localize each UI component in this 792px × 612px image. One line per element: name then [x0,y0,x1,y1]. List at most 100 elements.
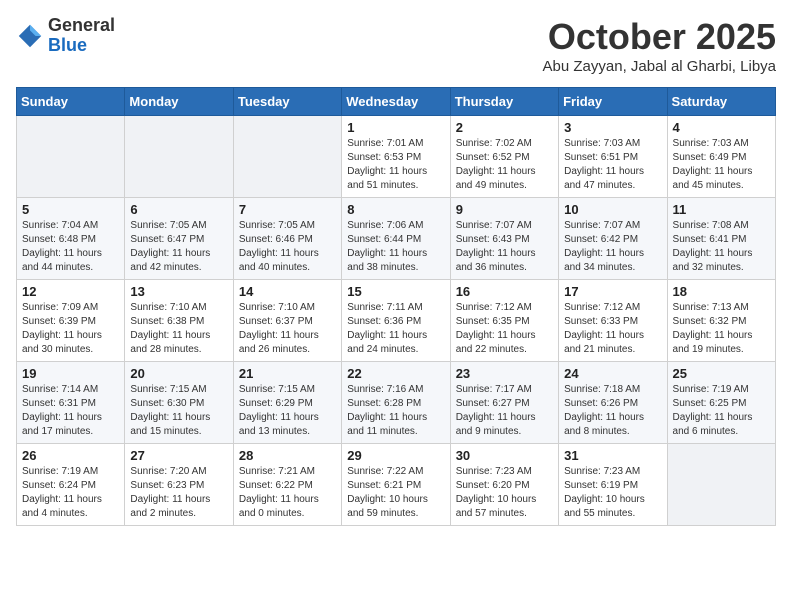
calendar-day-cell: 26 Sunrise: 7:19 AM Sunset: 6:24 PM Dayli… [17,444,125,526]
weekday-header-saturday: Saturday [667,88,775,116]
day-number: 7 [239,202,336,217]
calendar-empty-cell [17,116,125,198]
day-info: Sunrise: 7:05 AM Sunset: 6:46 PM Dayligh… [239,219,336,275]
day-info: Sunrise: 7:20 AM Sunset: 6:23 PM Dayligh… [130,465,227,521]
logo-blue-text: Blue [48,36,115,56]
day-info: Sunrise: 7:23 AM Sunset: 6:19 PM Dayligh… [564,465,661,521]
calendar-day-cell: 10 Sunrise: 7:07 AM Sunset: 6:42 PM Dayli… [559,198,667,280]
calendar-day-cell: 1 Sunrise: 7:01 AM Sunset: 6:53 PM Daylig… [342,116,450,198]
day-info: Sunrise: 7:03 AM Sunset: 6:51 PM Dayligh… [564,137,661,193]
day-number: 26 [22,448,119,463]
calendar-day-cell: 31Sunrise: 7:23 AM Sunset: 6:19 PM Dayli… [559,444,667,526]
location-title: Abu Zayyan, Jabal al Gharbi, Libya [543,58,776,75]
logo-icon [16,22,44,50]
day-info: Sunrise: 7:19 AM Sunset: 6:25 PM Dayligh… [673,383,770,439]
calendar-day-cell: 29 Sunrise: 7:22 AM Sunset: 6:21 PM Dayli… [342,444,450,526]
day-number: 22 [347,366,444,381]
day-number: 30 [456,448,553,463]
calendar-week-row: 19 Sunrise: 7:14 AM Sunset: 6:31 PM Dayli… [17,362,776,444]
day-number: 17 [564,284,661,299]
day-info: Sunrise: 7:12 AM Sunset: 6:33 PM Dayligh… [564,301,661,357]
day-info: Sunrise: 7:21 AM Sunset: 6:22 PM Dayligh… [239,465,336,521]
day-number: 16 [456,284,553,299]
calendar-day-cell: 25 Sunrise: 7:19 AM Sunset: 6:25 PM Dayli… [667,362,775,444]
calendar-day-cell: 23 Sunrise: 7:17 AM Sunset: 6:27 PM Dayli… [450,362,558,444]
day-number: 4 [673,120,770,135]
day-number: 11 [673,202,770,217]
page-header: General Blue October 2025 Abu Zayyan, Ja… [16,16,776,75]
day-info: Sunrise: 7:23 AM Sunset: 6:20 PM Dayligh… [456,465,553,521]
day-info: Sunrise: 7:07 AM Sunset: 6:43 PM Dayligh… [456,219,553,275]
day-number: 19 [22,366,119,381]
day-number: 5 [22,202,119,217]
calendar-day-cell: 3 Sunrise: 7:03 AM Sunset: 6:51 PM Daylig… [559,116,667,198]
day-number: 13 [130,284,227,299]
calendar-day-cell: 19 Sunrise: 7:14 AM Sunset: 6:31 PM Dayli… [17,362,125,444]
calendar-day-cell: 11 Sunrise: 7:08 AM Sunset: 6:41 PM Dayli… [667,198,775,280]
calendar-day-cell: 14 Sunrise: 7:10 AM Sunset: 6:37 PM Dayli… [233,280,341,362]
calendar-empty-cell [667,444,775,526]
logo-general-text: General [48,16,115,36]
calendar-week-row: 12 Sunrise: 7:09 AM Sunset: 6:39 PM Dayli… [17,280,776,362]
calendar-table: SundayMondayTuesdayWednesdayThursdayFrid… [16,87,776,526]
weekday-header-thursday: Thursday [450,88,558,116]
day-info: Sunrise: 7:11 AM Sunset: 6:36 PM Dayligh… [347,301,444,357]
calendar-day-cell: 4 Sunrise: 7:03 AM Sunset: 6:49 PM Daylig… [667,116,775,198]
calendar-day-cell: 9 Sunrise: 7:07 AM Sunset: 6:43 PM Daylig… [450,198,558,280]
calendar-week-row: 26 Sunrise: 7:19 AM Sunset: 6:24 PM Dayli… [17,444,776,526]
calendar-week-row: 5 Sunrise: 7:04 AM Sunset: 6:48 PM Daylig… [17,198,776,280]
calendar-day-cell: 5 Sunrise: 7:04 AM Sunset: 6:48 PM Daylig… [17,198,125,280]
calendar-day-cell: 21Sunrise: 7:15 AM Sunset: 6:29 PM Dayli… [233,362,341,444]
month-title: October 2025 [543,16,776,58]
day-number: 14 [239,284,336,299]
day-info: Sunrise: 7:10 AM Sunset: 6:38 PM Dayligh… [130,301,227,357]
day-info: Sunrise: 7:15 AM Sunset: 6:29 PM Dayligh… [239,383,336,439]
day-number: 12 [22,284,119,299]
day-info: Sunrise: 7:14 AM Sunset: 6:31 PM Dayligh… [22,383,119,439]
calendar-day-cell: 20Sunrise: 7:15 AM Sunset: 6:30 PM Dayli… [125,362,233,444]
weekday-header-monday: Monday [125,88,233,116]
day-info: Sunrise: 7:01 AM Sunset: 6:53 PM Dayligh… [347,137,444,193]
day-number: 20 [130,366,227,381]
day-number: 3 [564,120,661,135]
day-info: Sunrise: 7:02 AM Sunset: 6:52 PM Dayligh… [456,137,553,193]
day-info: Sunrise: 7:16 AM Sunset: 6:28 PM Dayligh… [347,383,444,439]
day-number: 10 [564,202,661,217]
day-number: 15 [347,284,444,299]
day-info: Sunrise: 7:17 AM Sunset: 6:27 PM Dayligh… [456,383,553,439]
weekday-header-wednesday: Wednesday [342,88,450,116]
day-number: 28 [239,448,336,463]
day-number: 18 [673,284,770,299]
day-number: 2 [456,120,553,135]
calendar-day-cell: 2 Sunrise: 7:02 AM Sunset: 6:52 PM Daylig… [450,116,558,198]
calendar-day-cell: 13 Sunrise: 7:10 AM Sunset: 6:38 PM Dayli… [125,280,233,362]
day-info: Sunrise: 7:05 AM Sunset: 6:47 PM Dayligh… [130,219,227,275]
day-info: Sunrise: 7:19 AM Sunset: 6:24 PM Dayligh… [22,465,119,521]
day-info: Sunrise: 7:18 AM Sunset: 6:26 PM Dayligh… [564,383,661,439]
calendar-day-cell: 24Sunrise: 7:18 AM Sunset: 6:26 PM Dayli… [559,362,667,444]
weekday-header-friday: Friday [559,88,667,116]
day-number: 23 [456,366,553,381]
day-number: 1 [347,120,444,135]
day-number: 29 [347,448,444,463]
day-info: Sunrise: 7:07 AM Sunset: 6:42 PM Dayligh… [564,219,661,275]
day-number: 8 [347,202,444,217]
calendar-day-cell: 15 Sunrise: 7:11 AM Sunset: 6:36 PM Dayli… [342,280,450,362]
day-number: 25 [673,366,770,381]
day-number: 6 [130,202,227,217]
day-info: Sunrise: 7:12 AM Sunset: 6:35 PM Dayligh… [456,301,553,357]
logo: General Blue [16,16,115,56]
day-number: 9 [456,202,553,217]
day-info: Sunrise: 7:04 AM Sunset: 6:48 PM Dayligh… [22,219,119,275]
day-info: Sunrise: 7:13 AM Sunset: 6:32 PM Dayligh… [673,301,770,357]
day-info: Sunrise: 7:03 AM Sunset: 6:49 PM Dayligh… [673,137,770,193]
day-info: Sunrise: 7:22 AM Sunset: 6:21 PM Dayligh… [347,465,444,521]
calendar-week-row: 1 Sunrise: 7:01 AM Sunset: 6:53 PM Daylig… [17,116,776,198]
day-info: Sunrise: 7:08 AM Sunset: 6:41 PM Dayligh… [673,219,770,275]
calendar-day-cell: 12 Sunrise: 7:09 AM Sunset: 6:39 PM Dayli… [17,280,125,362]
logo-text: General Blue [48,16,115,56]
day-info: Sunrise: 7:09 AM Sunset: 6:39 PM Dayligh… [22,301,119,357]
day-info: Sunrise: 7:10 AM Sunset: 6:37 PM Dayligh… [239,301,336,357]
calendar-day-cell: 8Sunrise: 7:06 AM Sunset: 6:44 PM Daylig… [342,198,450,280]
calendar-day-cell: 16 Sunrise: 7:12 AM Sunset: 6:35 PM Dayli… [450,280,558,362]
